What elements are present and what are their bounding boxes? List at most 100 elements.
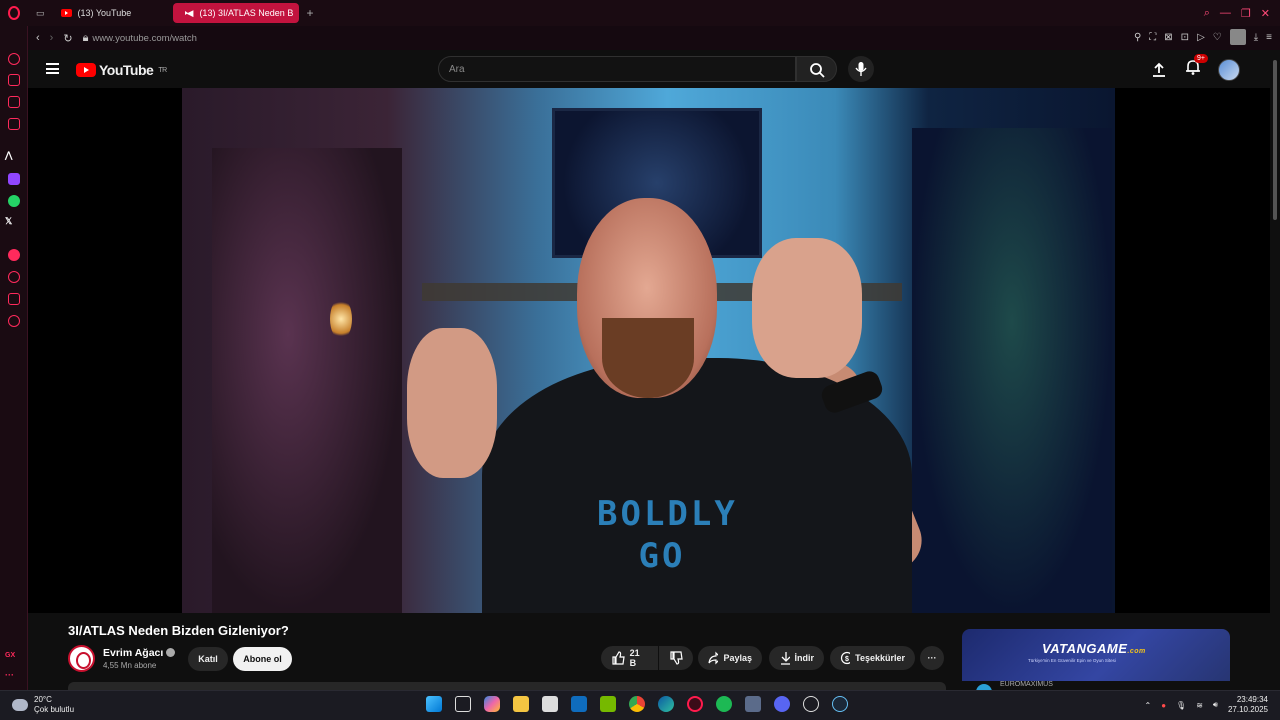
- extensions-icon[interactable]: [8, 293, 20, 305]
- voice-search-button[interactable]: [848, 56, 874, 82]
- lamp: [330, 298, 352, 340]
- snapshot-icon[interactable]: ⛶: [1149, 32, 1156, 43]
- game-launcher-icon[interactable]: [745, 696, 761, 712]
- nvidia-icon[interactable]: [600, 696, 616, 712]
- presenter-left-hand: [407, 328, 497, 478]
- music-icon[interactable]: [8, 249, 20, 261]
- edge-icon[interactable]: [658, 696, 674, 712]
- like-button[interactable]: 21 B: [601, 646, 658, 670]
- search-button[interactable]: [796, 56, 837, 82]
- subscribe-button[interactable]: Abone ol: [233, 647, 292, 671]
- speed-dial-icon[interactable]: [8, 53, 20, 65]
- microphone-icon[interactable]: 🎙︎: [1176, 701, 1186, 710]
- lock-icon: 🔒︎: [82, 31, 89, 44]
- file-explorer-icon[interactable]: [513, 696, 529, 712]
- steam-icon[interactable]: [832, 696, 848, 712]
- youtube-logo[interactable]: YouTube TR: [76, 62, 167, 78]
- description-box[interactable]: [68, 682, 946, 690]
- browser-tab-bar: ▭ (13) YouTube ◀ (13) 3I/ATLAS Neden B +…: [0, 0, 1280, 26]
- verified-icon: [166, 648, 176, 657]
- wifi-icon[interactable]: ≋: [1196, 701, 1203, 710]
- reload-icon[interactable]: ↻: [63, 32, 72, 45]
- download-button[interactable]: İndir: [769, 646, 824, 670]
- subscriber-count: 4,55 Mn abone: [103, 661, 157, 670]
- spotify-icon[interactable]: [716, 696, 732, 712]
- tab-label: (13) 3I/ATLAS Neden B: [199, 8, 294, 18]
- more-icon: ···: [927, 653, 937, 663]
- volume-icon[interactable]: 🔊︎: [1213, 700, 1218, 710]
- heart-icon[interactable]: ♡: [1213, 32, 1222, 43]
- news-icon[interactable]: [8, 96, 20, 108]
- notification-badge: 9+: [1194, 54, 1208, 63]
- easy-setup-icon[interactable]: ≡: [1266, 32, 1272, 43]
- channel-name[interactable]: Evrim Ağacı: [103, 647, 176, 659]
- notifications-button[interactable]: 9+: [1184, 54, 1208, 81]
- tab-video[interactable]: ◀ (13) 3I/ATLAS Neden B: [172, 3, 299, 23]
- back-icon[interactable]: ‹: [36, 32, 40, 45]
- window-controls: ⌕ — ❐ ✕: [1204, 0, 1280, 26]
- scrollbar-thumb[interactable]: [1273, 60, 1277, 220]
- video-title: 3I/ATLAS Neden Bizden Gizleniyor?: [68, 623, 289, 638]
- like-count: 21 B: [629, 648, 640, 668]
- clock[interactable]: 23:49:34 27.10.2025: [1228, 695, 1268, 715]
- opera-logo-icon[interactable]: [0, 0, 28, 26]
- more-actions-button[interactable]: ···: [920, 646, 944, 670]
- ad-caption: EUROMAXIMUS: [962, 681, 1230, 690]
- whatsapp-icon[interactable]: [8, 195, 20, 207]
- minimize-icon[interactable]: —: [1220, 7, 1231, 19]
- chrome-icon[interactable]: [629, 696, 645, 712]
- profile-thumb[interactable]: [1229, 29, 1246, 45]
- sidebar-ad[interactable]: VATANGAME.com Türkiye'nin En Güvenilir E…: [962, 629, 1230, 690]
- calendar-icon[interactable]: [8, 118, 20, 130]
- join-button[interactable]: Katıl: [188, 647, 228, 671]
- discord-icon[interactable]: [774, 696, 790, 712]
- start-icon[interactable]: [426, 696, 442, 712]
- new-tab-button[interactable]: +: [299, 3, 322, 23]
- gx-label[interactable]: GX: [5, 652, 15, 659]
- pin-icon[interactable]: ⚲: [1134, 32, 1141, 43]
- tray-app-icon[interactable]: ●: [1161, 701, 1166, 710]
- tab-label: (13) YouTube: [77, 8, 132, 18]
- search-icon: [810, 63, 825, 78]
- weather-widget[interactable]: 20°C Çok bulutlu: [12, 695, 74, 715]
- search-icon[interactable]: ⌕: [1204, 7, 1210, 20]
- more-icon[interactable]: ···: [5, 670, 14, 680]
- youtube-favicon-icon: [60, 9, 72, 17]
- vpn-icon[interactable]: ⊡: [1181, 32, 1189, 43]
- settings-icon[interactable]: [8, 315, 20, 327]
- download-icon[interactable]: ⤓: [1254, 32, 1258, 43]
- upload-icon[interactable]: [1150, 61, 1168, 79]
- chatgpt-icon[interactable]: [803, 696, 819, 712]
- outlook-icon[interactable]: [571, 696, 587, 712]
- forward-icon[interactable]: ›: [50, 32, 54, 45]
- url-field[interactable]: www.youtube.com/watch: [92, 33, 197, 44]
- hamburger-menu-icon[interactable]: [46, 63, 59, 74]
- page-scrollbar[interactable]: [1270, 50, 1280, 690]
- tab-youtube-home[interactable]: (13) YouTube: [53, 3, 173, 23]
- thanks-button[interactable]: $ Teşekkürler: [830, 646, 915, 670]
- youtube-logo-text: YouTube: [99, 62, 154, 78]
- share-button[interactable]: Paylaş: [698, 646, 762, 670]
- dislike-button[interactable]: [659, 646, 693, 670]
- aria-icon[interactable]: ⋀: [5, 150, 12, 161]
- avatar[interactable]: [1218, 58, 1240, 81]
- player-icon[interactable]: ▷: [1197, 32, 1205, 43]
- shop-icon[interactable]: [8, 74, 20, 86]
- x-icon[interactable]: 𝕏: [5, 216, 12, 227]
- adblock-icon[interactable]: ⊠: [1164, 32, 1172, 43]
- close-icon[interactable]: ✕: [1261, 7, 1270, 20]
- twitch-icon[interactable]: [8, 173, 20, 185]
- opera-gx-icon[interactable]: [687, 696, 703, 712]
- chevron-up-icon[interactable]: ⌃: [1145, 701, 1152, 710]
- copilot-icon[interactable]: [484, 696, 500, 712]
- tab-islands-icon[interactable]: ▭: [28, 3, 53, 23]
- history-icon[interactable]: [8, 271, 20, 283]
- search-input[interactable]: Ara: [438, 56, 796, 82]
- channel-avatar[interactable]: [68, 645, 95, 672]
- thumbs-down-icon: [670, 651, 683, 665]
- video-player[interactable]: BOLDLY GO: [28, 88, 1270, 613]
- task-view-icon[interactable]: [455, 696, 471, 712]
- speaker-icon: ◀: [186, 7, 194, 18]
- store-icon[interactable]: [542, 696, 558, 712]
- restore-icon[interactable]: ❐: [1241, 7, 1251, 20]
